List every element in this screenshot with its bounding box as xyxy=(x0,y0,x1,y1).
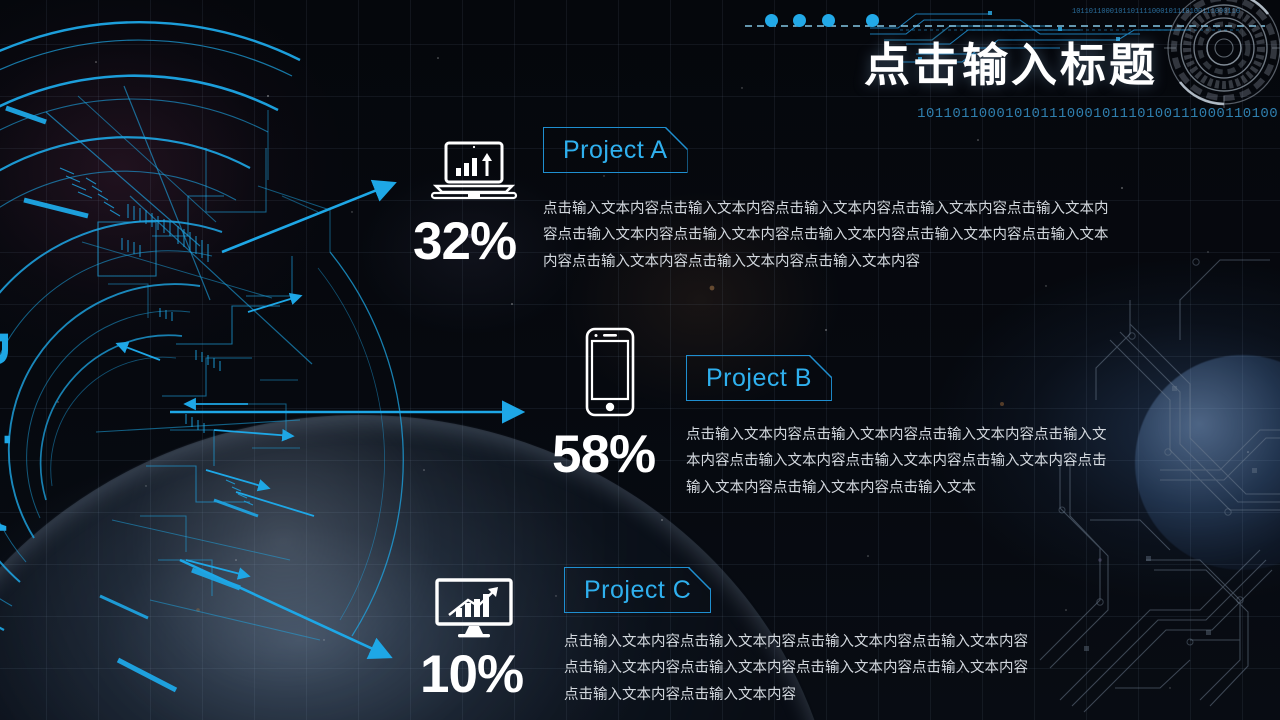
project-b-tag-label: Project B xyxy=(706,363,812,392)
project-a-tag-corner-icon xyxy=(664,127,688,150)
project-c-tag[interactable]: Project C xyxy=(564,567,712,613)
project-b-body: 点击输入文本内容点击输入文本内容点击输入文本内容点击输入文 本内容点击输入文本内… xyxy=(686,427,1107,496)
header-dot-3 xyxy=(821,14,835,28)
header-dot-4 xyxy=(866,14,880,28)
vertical-project-label: Project xyxy=(0,330,19,542)
project-a-body: 点击输入文本内容点击输入文本内容点击输入文本内容点击输入文本内容点击输入文本内 … xyxy=(543,201,1109,270)
laptop-chart-icon xyxy=(430,141,518,200)
project-b-tag-corner-icon xyxy=(808,355,832,378)
project-a-tag[interactable]: Project A xyxy=(543,127,688,173)
page-title: 点击输入标题 xyxy=(864,39,1158,91)
project-b-tag[interactable]: Project B xyxy=(686,355,832,401)
header-dot-1 xyxy=(765,14,778,28)
project-a-tag-label: Project A xyxy=(563,135,668,164)
project-c-percent: 10% xyxy=(420,645,524,704)
project-b-percent: 58% xyxy=(552,425,656,484)
header-binary-subtitle: 1011011000101011100010111010011100011010… xyxy=(917,106,1278,122)
monitor-chart-icon xyxy=(435,578,513,638)
header-region: 1011011000101101111000101110100111000110 xyxy=(720,0,1280,140)
project-c-tag-label: Project C xyxy=(584,575,692,604)
header-dots-group xyxy=(765,12,890,30)
radar-hud-icon xyxy=(1164,0,1280,108)
smartphone-icon xyxy=(585,327,635,417)
project-c-body: 点击输入文本内容点击输入文本内容点击输入文本内容点击输入文本内容 点击输入文本内… xyxy=(564,634,1028,703)
slide-canvas: Project 10110110001011011110001011101001… xyxy=(0,0,1280,720)
project-c-tag-corner-icon xyxy=(688,567,712,590)
project-a-percent: 32% xyxy=(413,212,517,271)
header-dot-2 xyxy=(793,14,807,28)
